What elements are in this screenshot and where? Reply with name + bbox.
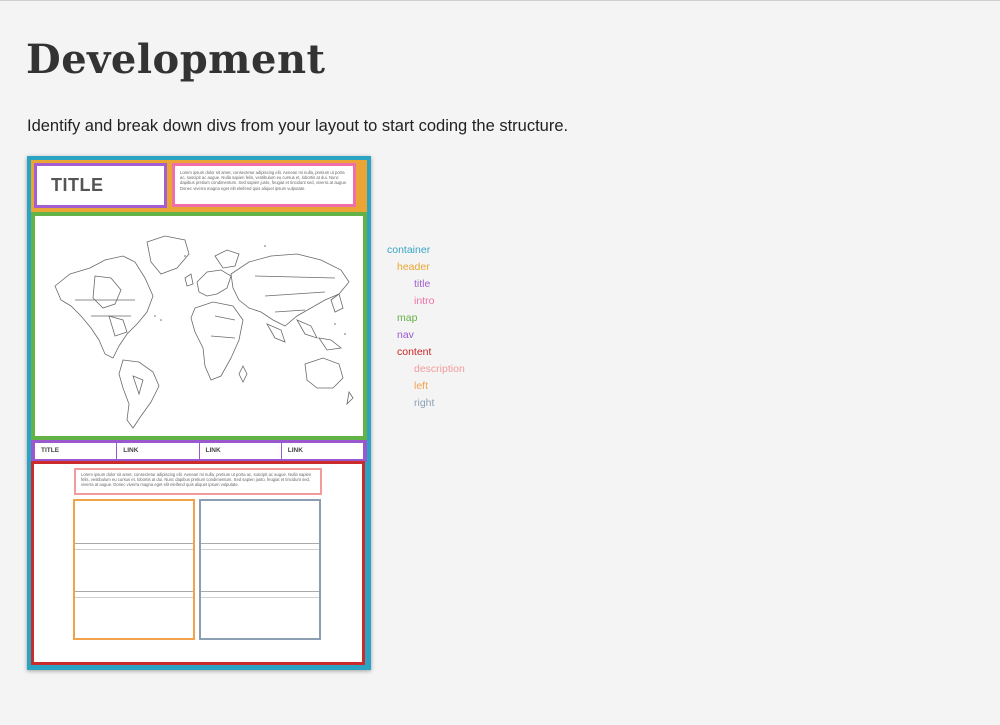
- page-subtitle: Identify and break down divs from your l…: [27, 117, 569, 135]
- top-divider: [0, 0, 1000, 1]
- legend-item-title: title: [414, 278, 431, 290]
- nav-cell-link: LINK: [280, 443, 363, 459]
- nav-cell-title: TITLE: [41, 447, 60, 454]
- wireframe-description: Lorem ipsum dolor sit amet, consectetur …: [74, 468, 322, 495]
- nav-cell-link: LINK: [116, 443, 198, 459]
- wireframe-nav: TITLE LINK LINK LINK: [35, 443, 363, 459]
- legend-item-nav: nav: [397, 329, 414, 341]
- wireframe-container: TITLE Lorem ipsum dolor sit amet, consec…: [27, 156, 371, 670]
- divider: [201, 549, 319, 550]
- wireframe-title: TITLE: [34, 163, 167, 208]
- legend-item-intro: intro: [414, 295, 435, 307]
- divider: [201, 543, 319, 544]
- divider: [201, 597, 319, 598]
- divider: [75, 543, 193, 544]
- divider: [75, 549, 193, 550]
- wireframe-intro-text: Lorem ipsum dolor sit amet, consectetur …: [180, 170, 348, 191]
- legend-item-right: right: [414, 397, 435, 409]
- wireframe-right-column: [199, 499, 321, 640]
- divider: [75, 591, 193, 592]
- divider: [75, 597, 193, 598]
- divider: [201, 591, 319, 592]
- nav-cell-link: LINK: [198, 443, 281, 459]
- wireframe-title-text: TITLE: [51, 175, 104, 195]
- legend-item-content: content: [397, 346, 432, 358]
- world-map-icon: [54, 235, 354, 429]
- wireframe-map: [35, 216, 363, 436]
- page-title: Development: [26, 36, 326, 83]
- wireframe-left-column: [73, 499, 195, 640]
- legend-item-description: description: [414, 363, 465, 375]
- legend-item-header: header: [397, 261, 430, 273]
- wireframe-intro: Lorem ipsum dolor sit amet, consectetur …: [172, 163, 356, 207]
- legend-item-left: left: [414, 380, 429, 392]
- legend-item-container: container: [387, 244, 431, 256]
- legend-item-map: map: [397, 312, 418, 324]
- wireframe-description-text: Lorem ipsum dolor sit amet, consectetur …: [81, 472, 312, 488]
- div-legend: container header title intro map nav con…: [387, 242, 465, 412]
